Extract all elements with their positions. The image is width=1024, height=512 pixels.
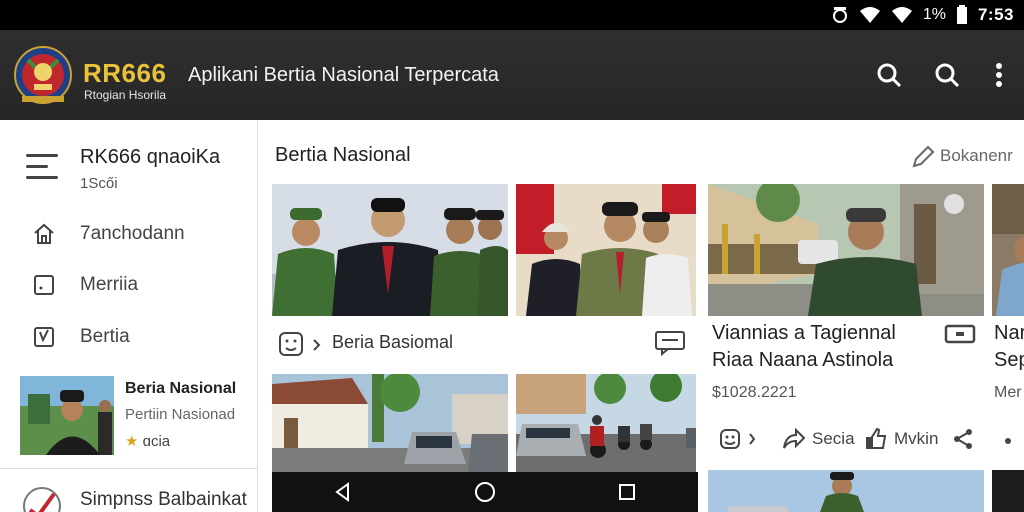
sidebar-item-label: 7anchodann bbox=[80, 223, 185, 244]
share-button[interactable]: Secia bbox=[782, 424, 855, 454]
app-bar: RR666 Rtogian Hsorila Aplikani Bertia Na… bbox=[0, 30, 1024, 120]
share-icon bbox=[954, 429, 972, 449]
overflow-menu-button[interactable] bbox=[984, 60, 1014, 90]
home-circle-icon bbox=[475, 482, 495, 502]
share-label: Secia bbox=[812, 429, 855, 448]
featured-date: $1028.2221 bbox=[712, 384, 797, 401]
wifi-icon bbox=[859, 7, 880, 23]
app-title: Aplikani Bertia Nasional Terpercata bbox=[188, 64, 499, 86]
menu-icon[interactable] bbox=[26, 154, 58, 184]
react-icon bbox=[720, 429, 740, 449]
news-image-featured[interactable] bbox=[708, 184, 984, 316]
status-icons: 1% 7:53 bbox=[831, 5, 1014, 25]
system-nav-bar bbox=[272, 472, 698, 512]
edge-title-line2: Sep bbox=[994, 349, 1024, 371]
share-button-secondary[interactable] bbox=[952, 424, 974, 454]
recents-button[interactable] bbox=[607, 472, 647, 512]
chevron-right-icon bbox=[749, 433, 756, 445]
sidebar-item-label: Bertia bbox=[80, 326, 130, 347]
square-icon bbox=[34, 275, 54, 295]
pencil-icon bbox=[912, 145, 935, 168]
more-vert-icon bbox=[996, 63, 1002, 87]
badge-icon bbox=[279, 332, 303, 356]
like-label: Mvkin bbox=[894, 429, 939, 448]
section-action-label: Bokanenr bbox=[940, 146, 1013, 165]
news-thumbnail bbox=[20, 376, 114, 455]
news-image-officials[interactable] bbox=[272, 184, 508, 316]
sidebar-header-title: RK666 qnaoiKa bbox=[80, 146, 221, 168]
news-card-title: Beria Nasional bbox=[125, 380, 237, 397]
news-image-traffic[interactable] bbox=[516, 374, 696, 472]
battery-percent: 1% bbox=[922, 6, 946, 23]
search-button[interactable] bbox=[874, 60, 904, 90]
more-horiz-icon[interactable] bbox=[1004, 430, 1018, 452]
share-arrow-icon bbox=[783, 427, 806, 449]
featured-title-line1[interactable]: Viannias a Tagiennal bbox=[712, 322, 896, 345]
news-card-meta: ★ ɑcia bbox=[125, 432, 170, 450]
comment-icon[interactable] bbox=[654, 330, 686, 356]
news-image-edge-bottom[interactable] bbox=[992, 470, 1024, 512]
news-image-street[interactable] bbox=[272, 374, 508, 472]
status-bar: 1% 7:53 bbox=[0, 0, 1024, 30]
featured-title-line2[interactable]: Riaa Naana Astinola bbox=[712, 349, 893, 372]
recents-square-icon bbox=[619, 484, 635, 500]
news-card-subtitle: Pertiin Nasionad bbox=[125, 406, 236, 423]
chevron-right-icon bbox=[313, 339, 321, 351]
category-bar[interactable]: Beria Basiomal bbox=[272, 326, 694, 362]
news-image-officer[interactable] bbox=[516, 184, 696, 316]
news-card-meta-text: ɑcia bbox=[142, 433, 171, 450]
alarm-icon bbox=[832, 7, 847, 23]
sidebar-item-media[interactable]: Merriia bbox=[0, 265, 257, 305]
react-button[interactable] bbox=[718, 424, 756, 454]
sidebar-bottom-label: Simpnss Balbainkat bbox=[80, 489, 247, 510]
checkbox-icon bbox=[34, 327, 54, 347]
home-icon bbox=[34, 223, 54, 244]
signal-icon bbox=[891, 7, 912, 23]
battery-icon bbox=[956, 5, 967, 24]
back-button[interactable] bbox=[323, 472, 363, 512]
sidebar-item-news[interactable]: Bertia bbox=[0, 317, 257, 357]
sidebar-news-card[interactable]: Beria Nasional Pertiin Nasionad ★ ɑcia bbox=[20, 376, 254, 458]
like-button[interactable]: Mvkin bbox=[864, 424, 938, 454]
search-icon bbox=[935, 63, 960, 88]
search-button-secondary[interactable] bbox=[932, 60, 962, 90]
section-title: Bertia Nasional bbox=[275, 144, 411, 166]
home-button[interactable] bbox=[465, 472, 505, 512]
sidebar-item-label: Merriia bbox=[80, 274, 139, 295]
comment-icon[interactable] bbox=[944, 324, 976, 346]
brand-tagline: Rtogian Hsorila bbox=[84, 88, 167, 102]
main-content: Bertia Nasional Bokanenr Beria Basiomal … bbox=[258, 120, 1024, 512]
news-image-bottom[interactable] bbox=[708, 470, 984, 512]
sidebar: RK666 qnaoiKa 1Scői 7anchodann Merriia B… bbox=[0, 120, 258, 512]
search-icon bbox=[877, 63, 902, 88]
clock: 7:53 bbox=[977, 5, 1014, 24]
brand-logo-icon[interactable] bbox=[14, 44, 72, 106]
star-icon: ★ bbox=[125, 433, 139, 450]
divider bbox=[0, 468, 257, 469]
news-image-edge[interactable] bbox=[992, 184, 1024, 316]
badge-check-icon bbox=[23, 487, 61, 512]
brand-name: RR666 bbox=[83, 58, 167, 88]
thumbs-up-icon bbox=[866, 427, 887, 449]
category-bar-label: Beria Basiomal bbox=[332, 332, 454, 352]
back-triangle-icon bbox=[335, 482, 349, 502]
edge-title-line1: Nar bbox=[994, 322, 1024, 344]
edge-date: Mer bbox=[994, 384, 1022, 401]
sidebar-item-home[interactable]: 7anchodann bbox=[0, 214, 257, 254]
sidebar-item-bottom[interactable]: Simpnss Balbainkat bbox=[20, 484, 256, 512]
sidebar-header-subtitle: 1Scői bbox=[80, 175, 118, 192]
